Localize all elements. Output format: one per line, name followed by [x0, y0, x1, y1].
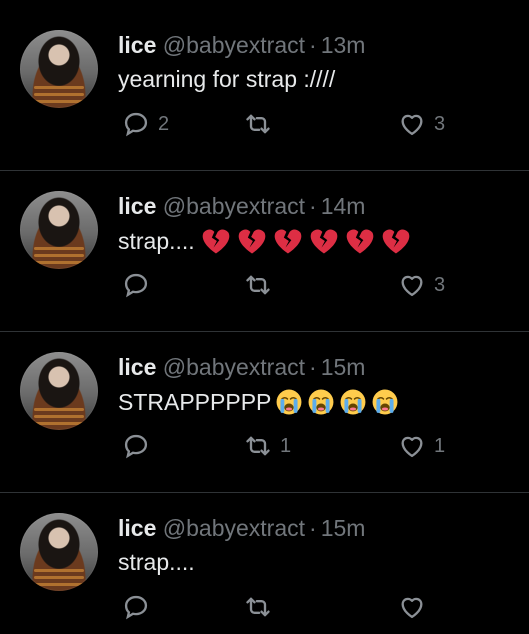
tweet-header: lice @babyextract · 13m — [118, 32, 365, 59]
like-button[interactable]: 3 — [398, 110, 445, 138]
separator: · — [309, 354, 317, 380]
broken-heart-emoji — [238, 229, 266, 254]
broken-heart-emoji — [274, 229, 302, 254]
tweet[interactable]: lice @babyextract · 14m strap.... 3 — [0, 171, 529, 331]
like-count: 1 — [434, 434, 446, 457]
loudly-crying-face-emoji — [308, 389, 334, 415]
timestamp[interactable]: 15m — [321, 354, 366, 380]
tweet-actions: 1 1 — [0, 432, 529, 472]
like-button[interactable]: 3 — [398, 271, 445, 299]
like-count: 3 — [434, 112, 446, 135]
timeline-feed: lice @babyextract · 13m yearning for strap… — [0, 0, 529, 634]
separator: · — [309, 32, 317, 58]
retweet-icon — [246, 114, 270, 134]
tweet-text: STRAPPPPPP — [118, 388, 399, 416]
display-name[interactable]: lice — [118, 354, 156, 380]
broken-heart-emoji — [346, 229, 374, 254]
reply-count: 2 — [158, 112, 170, 135]
loudly-crying-face-emoji — [340, 389, 366, 415]
tweet-text: yearning for strap ://// — [118, 66, 335, 93]
retweet-icon — [246, 436, 270, 456]
user-handle[interactable]: @babyextract — [163, 354, 305, 380]
avatar[interactable] — [20, 191, 98, 269]
loudly-crying-face-emoji — [276, 389, 302, 415]
retweet-button[interactable] — [244, 110, 280, 138]
like-icon — [401, 436, 423, 458]
tweet[interactable]: lice @babyextract · 15m STRAPPPPPP 1 1 — [0, 332, 529, 492]
tweet-text: strap.... — [118, 549, 195, 576]
tweet-actions — [0, 593, 529, 633]
tweet-text-content: STRAPPPPPP — [118, 388, 272, 415]
separator: · — [309, 193, 317, 219]
broken-heart-emoji — [310, 229, 338, 254]
reply-button[interactable] — [122, 271, 158, 299]
tweet[interactable]: lice @babyextract · 13m yearning for strap… — [0, 10, 529, 170]
tweet-text-content: strap.... — [118, 549, 195, 575]
reply-icon — [124, 273, 148, 298]
tweet[interactable]: lice @babyextract · 15m strap.... — [0, 493, 529, 634]
tweet-header: lice @babyextract · 15m — [118, 515, 365, 542]
display-name[interactable]: lice — [118, 515, 156, 541]
broken-heart-emoji — [202, 229, 230, 254]
retweet-icon — [246, 597, 270, 617]
broken-heart-emoji — [382, 229, 410, 254]
avatar[interactable] — [20, 352, 98, 430]
like-button[interactable]: 1 — [398, 432, 445, 460]
retweet-button[interactable] — [244, 271, 280, 299]
retweet-button[interactable] — [244, 593, 280, 621]
reply-icon — [124, 434, 148, 459]
tweet-actions: 3 — [0, 271, 529, 311]
like-icon — [401, 114, 423, 136]
display-name[interactable]: lice — [118, 32, 156, 58]
reply-button[interactable] — [122, 593, 158, 621]
tweet-header: lice @babyextract · 15m — [118, 354, 365, 381]
like-button[interactable] — [398, 593, 434, 621]
timestamp[interactable]: 14m — [321, 193, 366, 219]
avatar[interactable] — [20, 30, 98, 108]
reply-button[interactable] — [122, 432, 158, 460]
like-count: 3 — [434, 273, 446, 296]
retweet-count: 1 — [280, 434, 292, 457]
separator: · — [309, 515, 317, 541]
user-handle[interactable]: @babyextract — [163, 193, 305, 219]
reply-button[interactable]: 2 — [122, 110, 169, 138]
reply-icon — [124, 595, 148, 620]
tweet-actions: 2 3 — [0, 110, 529, 150]
tweet-text: strap.... — [118, 227, 411, 255]
reply-icon — [124, 112, 148, 137]
loudly-crying-face-emoji — [372, 389, 398, 415]
tweet-text-content: yearning for strap ://// — [118, 66, 336, 92]
timestamp[interactable]: 15m — [321, 515, 366, 541]
user-handle[interactable]: @babyextract — [163, 32, 305, 58]
timestamp[interactable]: 13m — [321, 32, 366, 58]
tweet-header: lice @babyextract · 14m — [118, 193, 365, 220]
like-icon — [401, 597, 423, 619]
user-handle[interactable]: @babyextract — [163, 515, 305, 541]
retweet-icon — [246, 275, 270, 295]
like-icon — [401, 275, 423, 297]
tweet-text-content: strap.... — [118, 227, 195, 254]
avatar[interactable] — [20, 513, 98, 591]
display-name[interactable]: lice — [118, 193, 156, 219]
retweet-button[interactable]: 1 — [244, 432, 291, 460]
